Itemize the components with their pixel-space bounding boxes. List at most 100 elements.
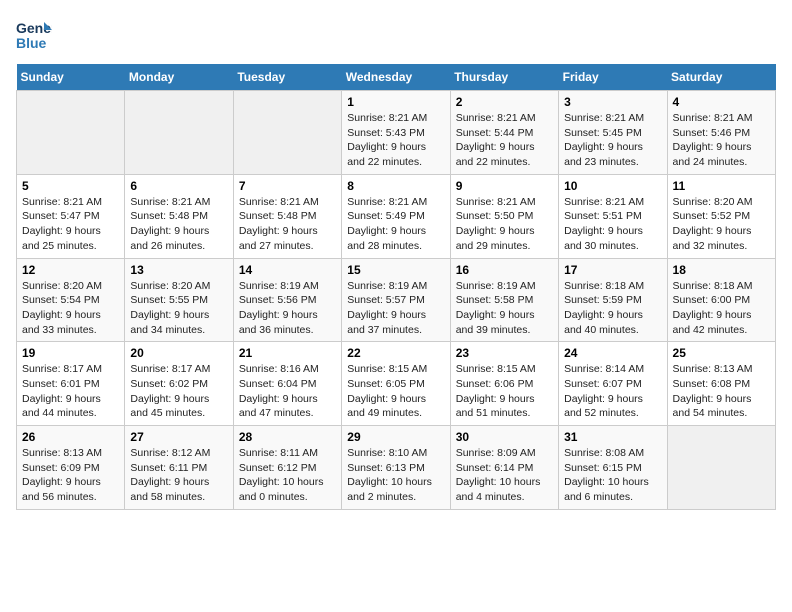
- day-detail: Sunrise: 8:21 AMSunset: 5:50 PMDaylight:…: [456, 195, 553, 254]
- day-cell: 25 Sunrise: 8:13 AMSunset: 6:08 PMDayligh…: [667, 342, 775, 426]
- day-cell: [125, 91, 233, 175]
- day-cell: 5Sunrise: 8:21 AMSunset: 5:47 PMDaylight…: [17, 174, 125, 258]
- day-number: 29: [347, 430, 444, 444]
- day-detail: Sunrise: 8:15 AMSunset: 6:05 PMDaylight:…: [347, 362, 444, 421]
- header-monday: Monday: [125, 64, 233, 91]
- day-detail: Sunrise: 8:20 AMSunset: 5:54 PMDaylight:…: [22, 279, 119, 338]
- day-number: 27: [130, 430, 227, 444]
- day-cell: 19Sunrise: 8:17 AMSunset: 6:01 PMDayligh…: [17, 342, 125, 426]
- header-row: SundayMondayTuesdayWednesdayThursdayFrid…: [17, 64, 776, 91]
- day-number: 4: [673, 95, 770, 109]
- week-row-3: 19Sunrise: 8:17 AMSunset: 6:01 PMDayligh…: [17, 342, 776, 426]
- day-cell: 16 Sunrise: 8:19 AMSunset: 5:58 PMDayligh…: [450, 258, 558, 342]
- day-cell: 30 Sunrise: 8:09 AMSunset: 6:14 PMDayligh…: [450, 426, 558, 510]
- header-friday: Friday: [559, 64, 667, 91]
- day-number: 2: [456, 95, 553, 109]
- day-cell: 22 Sunrise: 8:15 AMSunset: 6:05 PMDayligh…: [342, 342, 450, 426]
- logo: GeneralBlue: [16, 16, 52, 52]
- header-sunday: Sunday: [17, 64, 125, 91]
- day-cell: 20 Sunrise: 8:17 AMSunset: 6:02 PMDayligh…: [125, 342, 233, 426]
- day-cell: 28Sunrise: 8:11 AMSunset: 6:12 PMDayligh…: [233, 426, 341, 510]
- day-cell: 18Sunrise: 8:18 AMSunset: 6:00 PMDayligh…: [667, 258, 775, 342]
- day-detail: Sunrise: 8:21 AMSunset: 5:48 PMDaylight:…: [239, 195, 336, 254]
- day-detail: Sunrise: 8:20 AMSunset: 5:55 PMDaylight:…: [130, 279, 227, 338]
- day-detail: Sunrise: 8:19 AMSunset: 5:58 PMDaylight:…: [456, 279, 553, 338]
- day-number: 31: [564, 430, 661, 444]
- day-number: 11: [673, 179, 770, 193]
- day-number: 10: [564, 179, 661, 193]
- day-detail: Sunrise: 8:21 AMSunset: 5:51 PMDaylight:…: [564, 195, 661, 254]
- day-cell: 13 Sunrise: 8:20 AMSunset: 5:55 PMDayligh…: [125, 258, 233, 342]
- day-detail: Sunrise: 8:13 AMSunset: 6:08 PMDaylight:…: [673, 362, 770, 421]
- day-detail: Sunrise: 8:15 AMSunset: 6:06 PMDaylight:…: [456, 362, 553, 421]
- day-number: 14: [239, 263, 336, 277]
- day-detail: Sunrise: 8:21 AMSunset: 5:45 PMDaylight:…: [564, 111, 661, 170]
- day-cell: 11Sunrise: 8:20 AMSunset: 5:52 PMDayligh…: [667, 174, 775, 258]
- day-detail: Sunrise: 8:17 AMSunset: 6:01 PMDaylight:…: [22, 362, 119, 421]
- day-number: 16: [456, 263, 553, 277]
- day-detail: Sunrise: 8:12 AMSunset: 6:11 PMDaylight:…: [130, 446, 227, 505]
- day-cell: 12 Sunrise: 8:20 AMSunset: 5:54 PMDayligh…: [17, 258, 125, 342]
- day-cell: 17 Sunrise: 8:18 AMSunset: 5:59 PMDayligh…: [559, 258, 667, 342]
- day-number: 30: [456, 430, 553, 444]
- day-number: 9: [456, 179, 553, 193]
- day-cell: 14Sunrise: 8:19 AMSunset: 5:56 PMDayligh…: [233, 258, 341, 342]
- day-detail: Sunrise: 8:21 AMSunset: 5:43 PMDaylight:…: [347, 111, 444, 170]
- day-detail: Sunrise: 8:18 AMSunset: 6:00 PMDaylight:…: [673, 279, 770, 338]
- header-wednesday: Wednesday: [342, 64, 450, 91]
- day-detail: Sunrise: 8:18 AMSunset: 5:59 PMDaylight:…: [564, 279, 661, 338]
- logo-svg: GeneralBlue: [16, 16, 52, 52]
- page-header: GeneralBlue: [16, 16, 776, 52]
- day-detail: Sunrise: 8:13 AMSunset: 6:09 PMDaylight:…: [22, 446, 119, 505]
- day-cell: 23Sunrise: 8:15 AMSunset: 6:06 PMDayligh…: [450, 342, 558, 426]
- day-detail: Sunrise: 8:10 AMSunset: 6:13 PMDaylight:…: [347, 446, 444, 505]
- week-row-1: 5Sunrise: 8:21 AMSunset: 5:47 PMDaylight…: [17, 174, 776, 258]
- day-detail: Sunrise: 8:21 AMSunset: 5:47 PMDaylight:…: [22, 195, 119, 254]
- day-cell: 31 Sunrise: 8:08 AMSunset: 6:15 PMDayligh…: [559, 426, 667, 510]
- svg-text:Blue: Blue: [16, 35, 47, 51]
- header-tuesday: Tuesday: [233, 64, 341, 91]
- day-number: 26: [22, 430, 119, 444]
- day-number: 21: [239, 346, 336, 360]
- day-cell: 2 Sunrise: 8:21 AMSunset: 5:44 PMDaylight…: [450, 91, 558, 175]
- day-number: 12: [22, 263, 119, 277]
- day-number: 15: [347, 263, 444, 277]
- day-detail: Sunrise: 8:21 AMSunset: 5:48 PMDaylight:…: [130, 195, 227, 254]
- day-number: 13: [130, 263, 227, 277]
- day-number: 6: [130, 179, 227, 193]
- day-detail: Sunrise: 8:17 AMSunset: 6:02 PMDaylight:…: [130, 362, 227, 421]
- day-number: 22: [347, 346, 444, 360]
- day-detail: Sunrise: 8:09 AMSunset: 6:14 PMDaylight:…: [456, 446, 553, 505]
- day-detail: Sunrise: 8:14 AMSunset: 6:07 PMDaylight:…: [564, 362, 661, 421]
- day-cell: [233, 91, 341, 175]
- day-cell: [667, 426, 775, 510]
- day-cell: 26 Sunrise: 8:13 AMSunset: 6:09 PMDayligh…: [17, 426, 125, 510]
- day-number: 20: [130, 346, 227, 360]
- day-cell: 27 Sunrise: 8:12 AMSunset: 6:11 PMDayligh…: [125, 426, 233, 510]
- day-detail: Sunrise: 8:08 AMSunset: 6:15 PMDaylight:…: [564, 446, 661, 505]
- header-saturday: Saturday: [667, 64, 775, 91]
- day-cell: 9 Sunrise: 8:21 AMSunset: 5:50 PMDaylight…: [450, 174, 558, 258]
- day-detail: Sunrise: 8:16 AMSunset: 6:04 PMDaylight:…: [239, 362, 336, 421]
- day-cell: 24 Sunrise: 8:14 AMSunset: 6:07 PMDayligh…: [559, 342, 667, 426]
- header-thursday: Thursday: [450, 64, 558, 91]
- day-number: 3: [564, 95, 661, 109]
- day-number: 17: [564, 263, 661, 277]
- day-detail: Sunrise: 8:11 AMSunset: 6:12 PMDaylight:…: [239, 446, 336, 505]
- day-number: 24: [564, 346, 661, 360]
- day-cell: 1Sunrise: 8:21 AMSunset: 5:43 PMDaylight…: [342, 91, 450, 175]
- week-row-0: 1Sunrise: 8:21 AMSunset: 5:43 PMDaylight…: [17, 91, 776, 175]
- day-detail: Sunrise: 8:21 AMSunset: 5:44 PMDaylight:…: [456, 111, 553, 170]
- day-detail: Sunrise: 8:21 AMSunset: 5:46 PMDaylight:…: [673, 111, 770, 170]
- day-cell: 29 Sunrise: 8:10 AMSunset: 6:13 PMDayligh…: [342, 426, 450, 510]
- day-cell: 7Sunrise: 8:21 AMSunset: 5:48 PMDaylight…: [233, 174, 341, 258]
- day-cell: 10 Sunrise: 8:21 AMSunset: 5:51 PMDayligh…: [559, 174, 667, 258]
- day-detail: Sunrise: 8:19 AMSunset: 5:57 PMDaylight:…: [347, 279, 444, 338]
- day-cell: 6 Sunrise: 8:21 AMSunset: 5:48 PMDaylight…: [125, 174, 233, 258]
- week-row-2: 12 Sunrise: 8:20 AMSunset: 5:54 PMDayligh…: [17, 258, 776, 342]
- day-cell: [17, 91, 125, 175]
- day-number: 25: [673, 346, 770, 360]
- day-detail: Sunrise: 8:21 AMSunset: 5:49 PMDaylight:…: [347, 195, 444, 254]
- week-row-4: 26 Sunrise: 8:13 AMSunset: 6:09 PMDayligh…: [17, 426, 776, 510]
- day-cell: 21 Sunrise: 8:16 AMSunset: 6:04 PMDayligh…: [233, 342, 341, 426]
